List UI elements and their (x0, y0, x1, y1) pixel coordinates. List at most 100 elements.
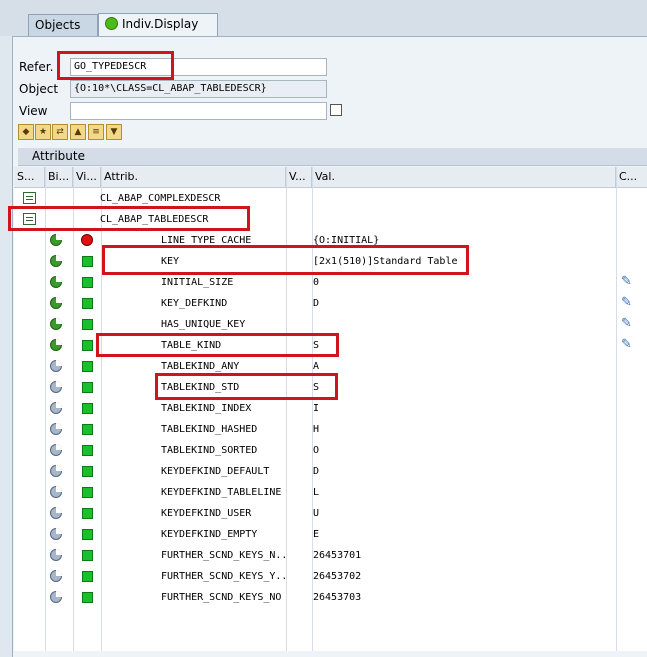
public-attribute-icon (50, 297, 62, 309)
attribute-value[interactable]: 0 (313, 272, 613, 293)
edit-pencil-icon[interactable]: ✎ (621, 296, 635, 310)
tab-objects-label: Objects (35, 18, 81, 32)
attribute-value[interactable]: D (313, 293, 613, 314)
class-icon[interactable]: ★ (35, 124, 51, 140)
attribute-name: KEY_DEFKIND (161, 298, 228, 309)
public-attribute-icon (50, 276, 62, 288)
status-green-icon (82, 340, 93, 351)
table-row[interactable]: ✎ INITIAL_SIZE 0 (14, 272, 647, 293)
attribute-name: FURTHER_SCND_KEYS_N... (161, 550, 286, 561)
attribute-name: KEYDEFKIND_TABLELINE (161, 487, 282, 498)
status-green-icon (82, 550, 93, 561)
table-row[interactable]: FURTHER_SCND_KEYS_N... 26453701 (14, 545, 647, 566)
constant-icon (50, 486, 62, 498)
attribute-value[interactable]: A (313, 356, 613, 377)
tag-icon[interactable]: ◆ (18, 124, 34, 140)
col-attrib[interactable]: Attrib. (101, 167, 286, 187)
attribute-value[interactable]: D (313, 461, 613, 482)
col-bi[interactable]: Bi... (45, 167, 73, 187)
attribute-name: FURTHER_SCND_KEYS_NO (161, 592, 282, 603)
table-row[interactable]: FURTHER_SCND_KEYS_NO 26453703 (14, 587, 647, 608)
status-green-icon (82, 487, 93, 498)
constant-icon (50, 507, 62, 519)
grid-header: S... Bi... Vi... Attrib. V... Val. C... (14, 167, 647, 188)
status-green-icon (82, 445, 93, 456)
status-green-icon (82, 571, 93, 582)
table-row[interactable]: KEYDEFKIND_EMPTY E (14, 524, 647, 545)
attribute-value[interactable]: 26453701 (313, 545, 613, 566)
table-row[interactable]: KEYDEFKIND_USER U (14, 503, 647, 524)
public-attribute-icon (50, 339, 62, 351)
filter-icon[interactable]: ▼ (106, 124, 122, 140)
view-label: View (19, 104, 48, 118)
attribute-value[interactable]: S (313, 335, 613, 356)
table-row[interactable]: TABLEKIND_HASHED H (14, 419, 647, 440)
attribute-name: FURTHER_SCND_KEYS_Y... (161, 571, 286, 582)
table-row[interactable]: ✎ HAS_UNIQUE_KEY (14, 314, 647, 335)
status-green-icon (82, 508, 93, 519)
attribute-name: KEYDEFKIND_DEFAULT (161, 466, 270, 477)
hierarchy-icon[interactable]: ⇄ (52, 124, 68, 140)
attribute-name: HAS_UNIQUE_KEY (161, 319, 246, 330)
col-v[interactable]: V... (286, 167, 312, 187)
status-green-icon (105, 17, 118, 30)
attribute-value[interactable]: E (313, 524, 613, 545)
highlight-table-kind (96, 333, 339, 357)
status-red-icon (81, 234, 93, 246)
view-popup-icon[interactable] (330, 104, 342, 116)
highlight-tabledescr (8, 206, 250, 231)
status-green-icon (82, 256, 93, 267)
tab-indiv-display[interactable]: Indiv.Display (98, 13, 218, 36)
col-s[interactable]: S... (14, 167, 45, 187)
attribute-value[interactable]: S (313, 377, 613, 398)
col-val[interactable]: Val. (312, 167, 616, 187)
tab-indiv-display-label: Indiv.Display (122, 17, 199, 31)
table-row[interactable]: ✎ KEY_DEFKIND D (14, 293, 647, 314)
public-attribute-icon (50, 318, 62, 330)
attribute-name: TABLEKIND_INDEX (161, 403, 252, 414)
table-row[interactable]: TABLEKIND_SORTED O (14, 440, 647, 461)
constant-icon (50, 465, 62, 477)
attribute-value[interactable]: O (313, 440, 613, 461)
table-row[interactable]: FURTHER_SCND_KEYS_Y... 26453702 (14, 566, 647, 587)
tab-objects[interactable]: Objects (28, 14, 98, 36)
table-row[interactable]: KEYDEFKIND_TABLELINE L (14, 482, 647, 503)
status-green-icon (82, 466, 93, 477)
edit-pencil-icon[interactable]: ✎ (621, 275, 635, 289)
attribute-value[interactable] (313, 209, 613, 230)
highlight-refer (57, 51, 174, 80)
attribute-name: INITIAL_SIZE (161, 277, 234, 288)
attribute-value[interactable]: H (313, 419, 613, 440)
object-field: {O:10*\CLASS=CL_ABAP_TABLEDESCR} (70, 80, 327, 98)
public-attribute-icon (50, 234, 62, 246)
constant-icon (50, 381, 62, 393)
constant-icon (50, 528, 62, 540)
tree-icon[interactable]: ≡ (88, 124, 104, 140)
col-c[interactable]: C... (616, 167, 647, 187)
attribute-value[interactable] (313, 314, 613, 335)
status-green-icon (82, 277, 93, 288)
table-row[interactable]: TABLEKIND_INDEX I (14, 398, 647, 419)
view-input[interactable] (70, 102, 327, 120)
attribute-value[interactable]: L (313, 482, 613, 503)
attribute-value[interactable]: 26453703 (313, 587, 613, 608)
edit-pencil-icon[interactable]: ✎ (621, 338, 635, 352)
up-icon[interactable]: ▲ (70, 124, 86, 140)
edit-pencil-icon[interactable]: ✎ (621, 317, 635, 331)
table-row[interactable]: KEYDEFKIND_DEFAULT D (14, 461, 647, 482)
attribute-name: TABLEKIND_SORTED (161, 445, 258, 456)
attribute-value[interactable]: 26453702 (313, 566, 613, 587)
status-green-icon (82, 382, 93, 393)
status-green-icon (82, 298, 93, 309)
col-vi[interactable]: Vi... (73, 167, 101, 187)
status-green-icon (82, 424, 93, 435)
attribute-value[interactable]: U (313, 503, 613, 524)
constant-icon (50, 402, 62, 414)
attribute-value[interactable] (313, 188, 613, 209)
public-attribute-icon (50, 255, 62, 267)
tab-strip: Objects Indiv.Display (0, 0, 647, 36)
attribute-value[interactable]: I (313, 398, 613, 419)
constant-icon (50, 549, 62, 561)
constant-icon (50, 444, 62, 456)
class-icon (23, 192, 36, 204)
